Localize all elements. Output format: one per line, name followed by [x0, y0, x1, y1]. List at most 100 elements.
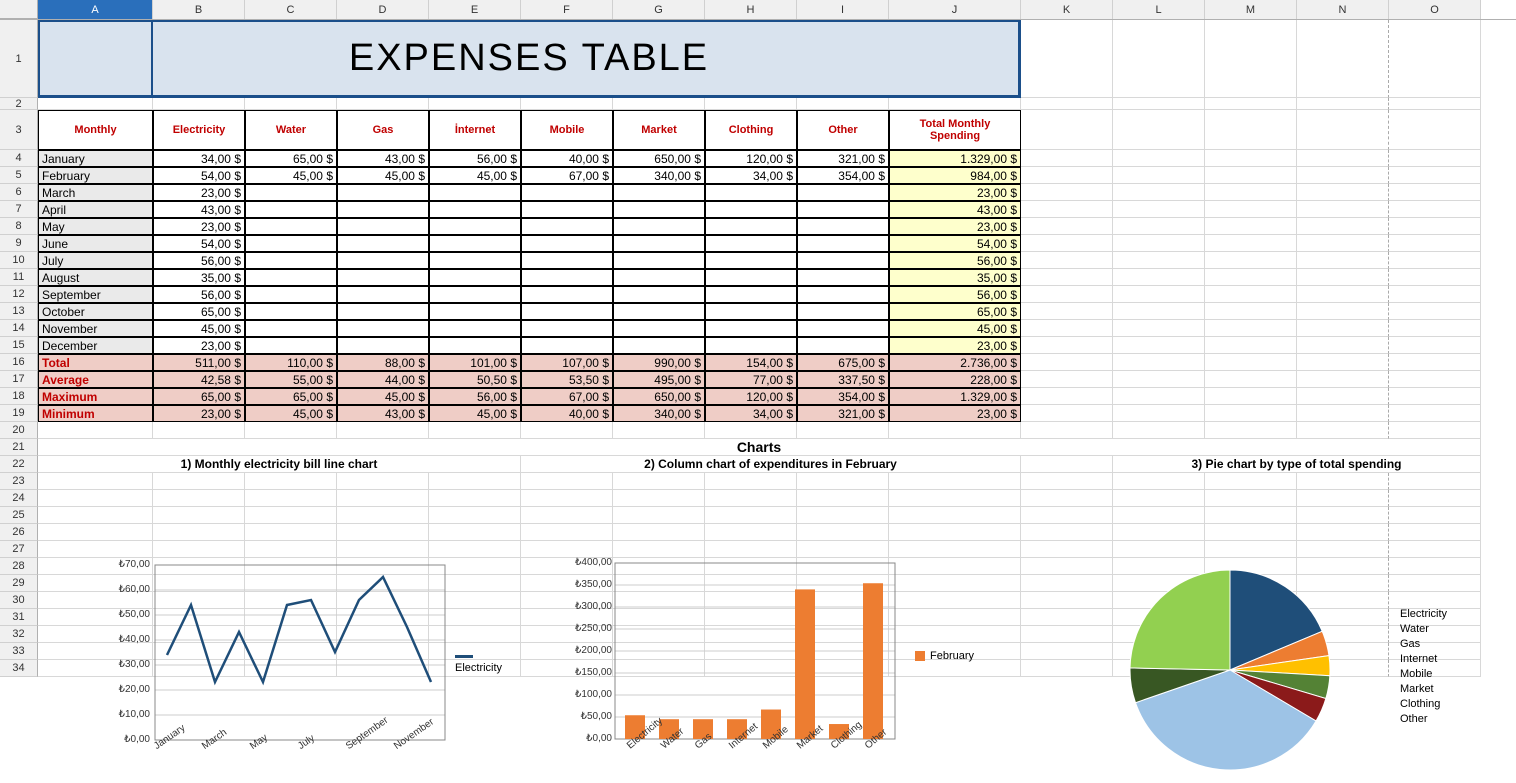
cell-November-total[interactable]: 45,00 $	[889, 320, 1021, 337]
cell-April-F[interactable]	[521, 201, 613, 218]
cell-empty[interactable]	[521, 524, 613, 541]
cell-empty[interactable]	[153, 98, 245, 110]
cell-November-B[interactable]: 45,00 $	[153, 320, 245, 337]
cell-August-B[interactable]: 35,00 $	[153, 269, 245, 286]
cell-empty[interactable]	[521, 473, 613, 490]
cell-empty[interactable]	[1297, 98, 1389, 110]
summary-Total-C[interactable]: 110,00 $	[245, 354, 337, 371]
cell-empty[interactable]	[1389, 269, 1481, 286]
cell-empty[interactable]	[1021, 337, 1113, 354]
cell-empty[interactable]	[1297, 235, 1389, 252]
cell-March-G[interactable]	[613, 184, 705, 201]
summary-Average-B[interactable]: 42,58 $	[153, 371, 245, 388]
header-Mobile[interactable]: Mobile	[521, 110, 613, 150]
cell-empty[interactable]	[1205, 20, 1297, 98]
cell-empty[interactable]	[1113, 388, 1205, 405]
summary-Average-I[interactable]: 337,50 $	[797, 371, 889, 388]
summary-Maximum-C[interactable]: 65,00 $	[245, 388, 337, 405]
col-header-F[interactable]: F	[521, 0, 613, 19]
cell-July-total[interactable]: 56,00 $	[889, 252, 1021, 269]
cell-empty[interactable]	[1389, 20, 1481, 98]
summary-Total[interactable]: Total	[38, 354, 153, 371]
cell-January-total[interactable]: 1.329,00 $	[889, 150, 1021, 167]
cell-October-I[interactable]	[797, 303, 889, 320]
summary-Minimum-C[interactable]: 45,00 $	[245, 405, 337, 422]
row-header-34[interactable]: 34	[0, 660, 38, 677]
cell-empty[interactable]	[337, 524, 429, 541]
cell-April-H[interactable]	[705, 201, 797, 218]
cell-empty[interactable]	[705, 490, 797, 507]
summary-Average-D[interactable]: 44,00 $	[337, 371, 429, 388]
month-June[interactable]: June	[38, 235, 153, 252]
cell-empty[interactable]	[1205, 422, 1297, 439]
row-header-22[interactable]: 22	[0, 456, 38, 473]
cell-empty[interactable]	[889, 490, 1021, 507]
cell-empty[interactable]	[797, 490, 889, 507]
cell-empty[interactable]	[1297, 110, 1389, 150]
cell-empty[interactable]	[1021, 269, 1113, 286]
cell-empty[interactable]	[1113, 371, 1205, 388]
summary-Total-G[interactable]: 990,00 $	[613, 354, 705, 371]
cell-empty[interactable]	[1205, 201, 1297, 218]
row-header-13[interactable]: 13	[0, 303, 38, 320]
cell-empty[interactable]	[1389, 252, 1481, 269]
row-header-14[interactable]: 14	[0, 320, 38, 337]
cell-empty[interactable]	[245, 524, 337, 541]
cell-empty[interactable]	[889, 98, 1021, 110]
cell-empty[interactable]	[1389, 354, 1481, 371]
row-header-30[interactable]: 30	[0, 592, 38, 609]
col-header-G[interactable]: G	[613, 0, 705, 19]
cell-empty[interactable]	[1021, 405, 1113, 422]
cell-empty[interactable]	[1021, 235, 1113, 252]
cell-April-B[interactable]: 43,00 $	[153, 201, 245, 218]
chart-pie-total[interactable]: ElectricityWaterGasInternetMobileMarketC…	[1070, 555, 1510, 780]
cell-empty[interactable]	[337, 98, 429, 110]
cell-July-H[interactable]	[705, 252, 797, 269]
cell-empty[interactable]	[1389, 507, 1481, 524]
cell-empty[interactable]	[1389, 218, 1481, 235]
cell-April-D[interactable]	[337, 201, 429, 218]
cell-empty[interactable]	[613, 473, 705, 490]
month-March[interactable]: March	[38, 184, 153, 201]
cell-empty[interactable]	[797, 507, 889, 524]
cell-June-D[interactable]	[337, 235, 429, 252]
cell-April-I[interactable]	[797, 201, 889, 218]
cell-December-total[interactable]: 23,00 $	[889, 337, 1021, 354]
summary-Maximum-I[interactable]: 354,00 $	[797, 388, 889, 405]
row-header-19[interactable]: 19	[0, 405, 38, 422]
header-Gas[interactable]: Gas	[337, 110, 429, 150]
cell-November-F[interactable]	[521, 320, 613, 337]
month-April[interactable]: April	[38, 201, 153, 218]
summary-Average-C[interactable]: 55,00 $	[245, 371, 337, 388]
cell-October-F[interactable]	[521, 303, 613, 320]
col-header-E[interactable]: E	[429, 0, 521, 19]
cell-empty[interactable]	[38, 473, 153, 490]
summary-Minimum[interactable]: Minimum	[38, 405, 153, 422]
cell-empty[interactable]	[613, 524, 705, 541]
row-header-3[interactable]: 3	[0, 110, 38, 150]
cell-August-F[interactable]	[521, 269, 613, 286]
title-cell[interactable]: EXPENSES TABLE	[38, 20, 1021, 98]
summary-Minimum-G[interactable]: 340,00 $	[613, 405, 705, 422]
cell-empty[interactable]	[1021, 320, 1113, 337]
row-header-6[interactable]: 6	[0, 184, 38, 201]
cell-December-H[interactable]	[705, 337, 797, 354]
cell-February-F[interactable]: 67,00 $	[521, 167, 613, 184]
cell-February-total[interactable]: 984,00 $	[889, 167, 1021, 184]
cell-empty[interactable]	[1113, 422, 1205, 439]
cell-empty[interactable]	[1297, 507, 1389, 524]
header-Monthly[interactable]: Monthly	[38, 110, 153, 150]
row-header-9[interactable]: 9	[0, 235, 38, 252]
cell-empty[interactable]	[1389, 235, 1481, 252]
cell-empty[interactable]	[1297, 337, 1389, 354]
cell-December-I[interactable]	[797, 337, 889, 354]
cell-empty[interactable]	[1021, 184, 1113, 201]
cell-May-E[interactable]	[429, 218, 521, 235]
row-header-17[interactable]: 17	[0, 371, 38, 388]
cell-empty[interactable]	[1113, 110, 1205, 150]
row-header-23[interactable]: 23	[0, 473, 38, 490]
cell-empty[interactable]	[1297, 150, 1389, 167]
row-header-5[interactable]: 5	[0, 167, 38, 184]
row-header-16[interactable]: 16	[0, 354, 38, 371]
cell-July-I[interactable]	[797, 252, 889, 269]
